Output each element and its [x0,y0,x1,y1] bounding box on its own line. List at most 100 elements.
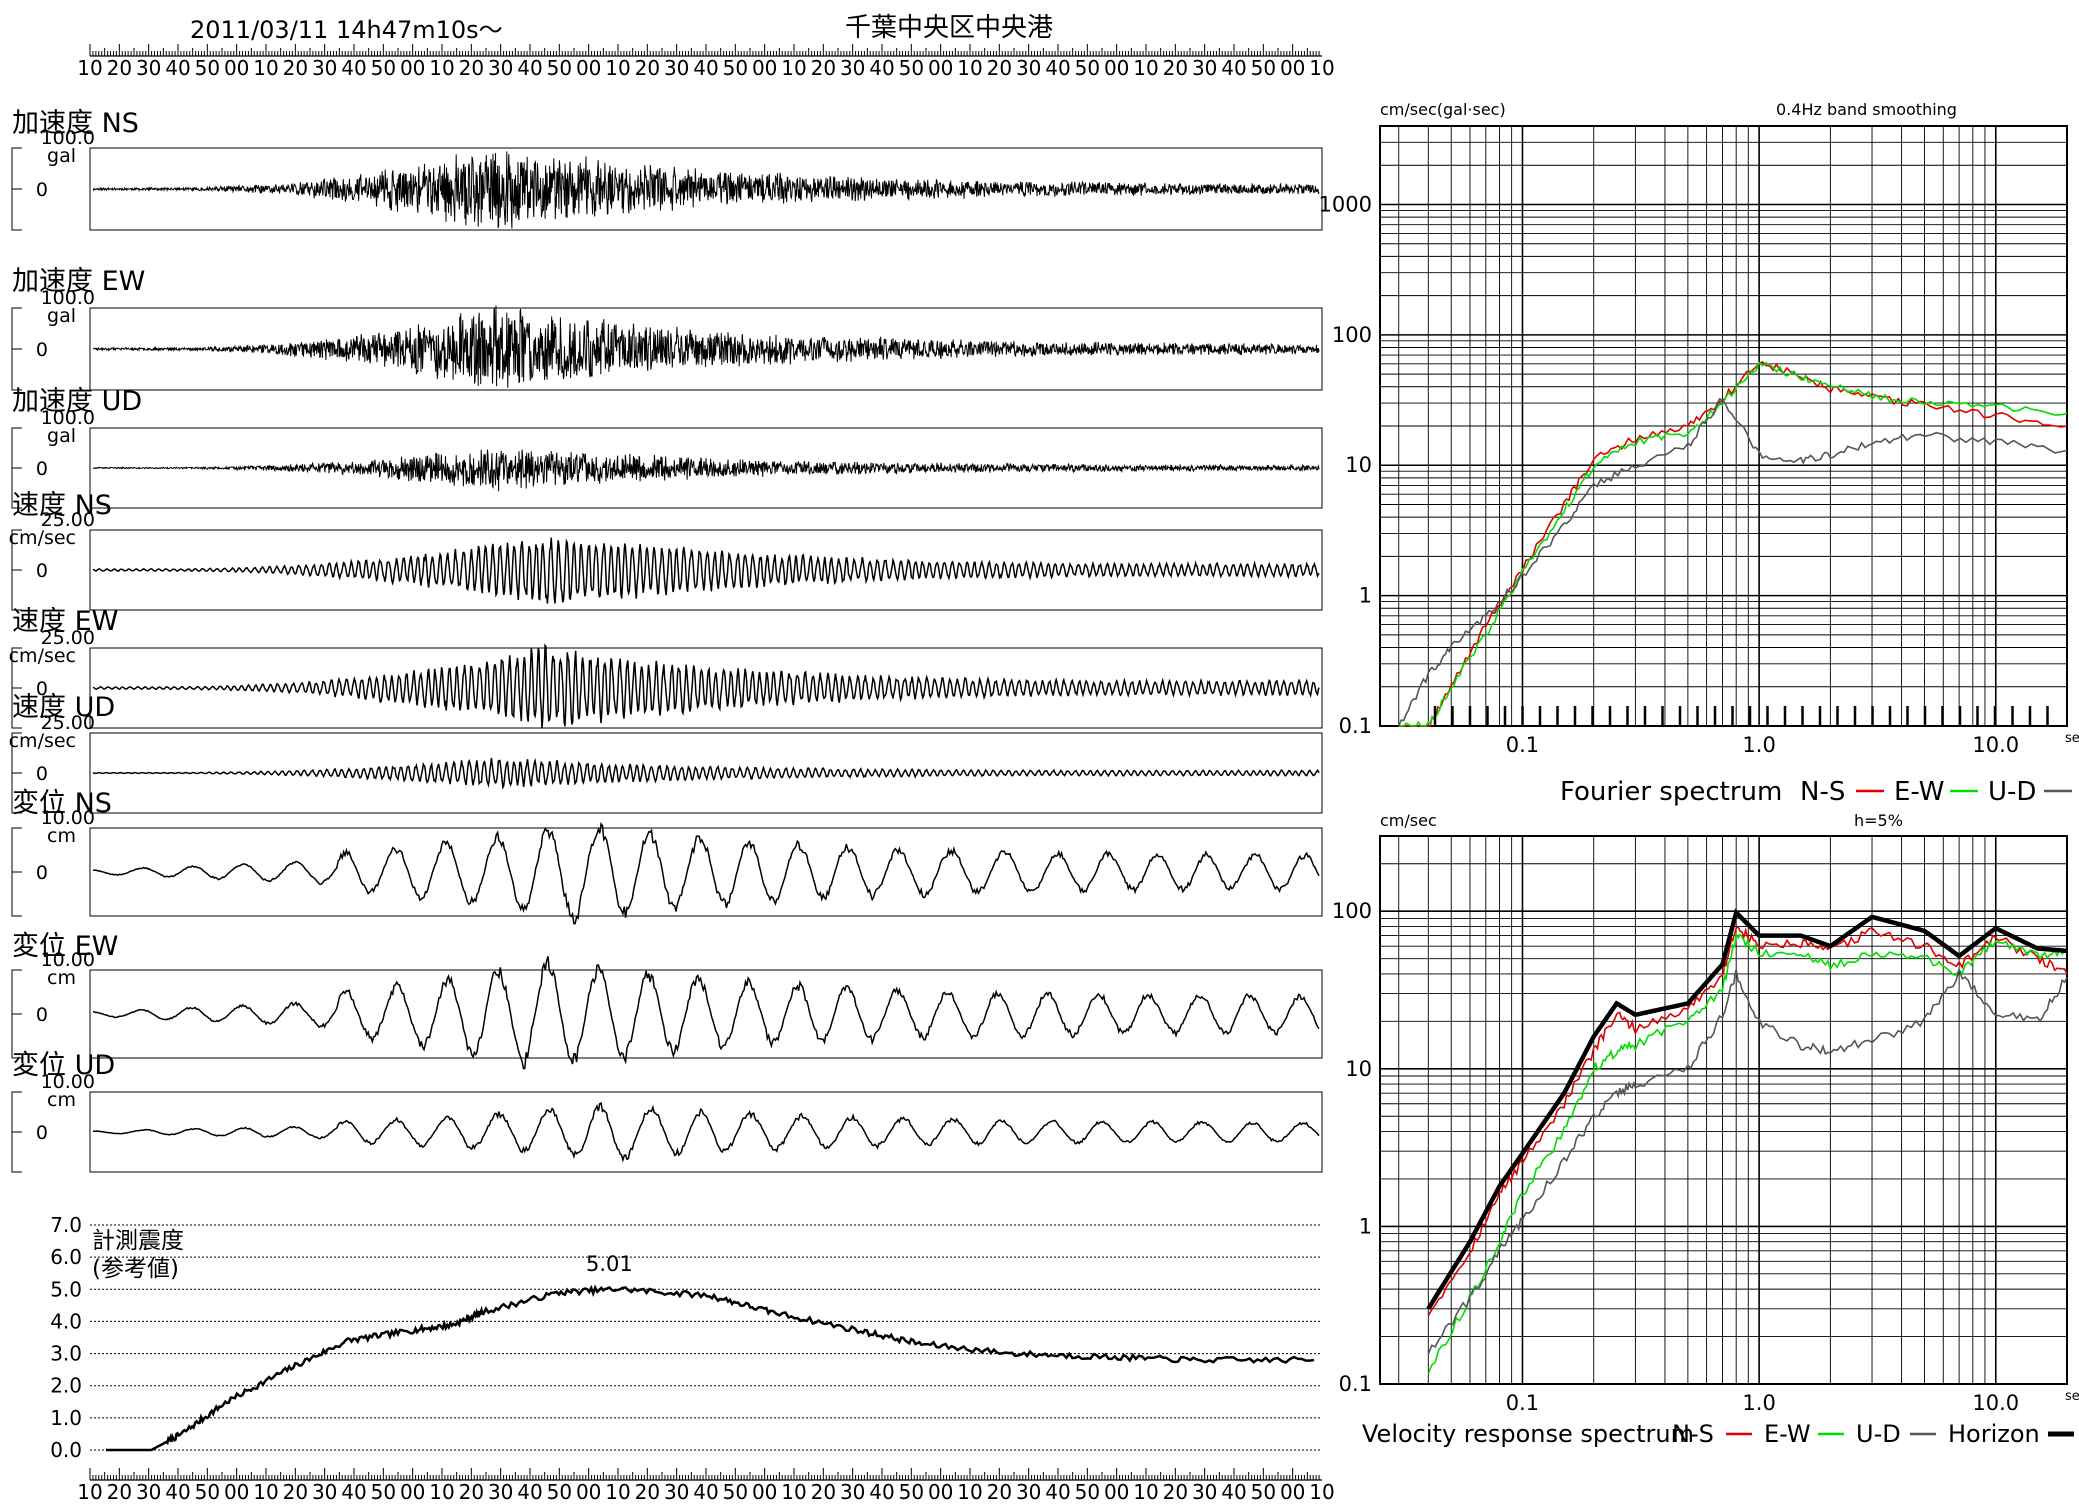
time-tick-label: 20 [635,1480,660,1503]
spectrum-ytick-label: 10 [1345,453,1372,477]
time-tick-label: 00 [928,56,953,80]
trace-frame [89,969,1323,1059]
time-tick-label: 20 [811,56,836,80]
spectrum-xtick-label: 0.1 [1506,733,1539,757]
time-tick-label: 50 [195,56,220,80]
intensity-max-label: 5.01 [586,1252,633,1276]
time-tick-label: 30 [840,1480,865,1503]
spectrum-ytick-label: 1000 [1319,192,1372,216]
fourier-smoothing-note: 0.4Hz band smoothing [1776,100,1957,119]
time-tick-label: 50 [371,56,396,80]
time-tick-label: 10 [253,1480,278,1503]
time-tick-label: 20 [107,1480,132,1503]
response-legend: Velocity response spectrumN-S E-W U-D Horiz… [1362,1420,2074,1448]
figure-canvas: 2011/03/11 14h47m10s〜 千葉中央区中央港 10 20 30 40 5… [9,13,2079,1504]
trace-unit: cm [47,1089,76,1111]
time-tick-label: 00 [224,1480,249,1503]
spectrum-ytick-label: 1 [1359,584,1372,608]
response-legend-label: Horizon [1948,1420,2040,1448]
time-tick-label: 50 [1251,56,1276,80]
time-tick-label: 30 [312,56,337,80]
fourier-legend-label: N-S [1800,777,1845,807]
intensity-panel: 7.0 6.0 5.0 4.0 3.0 2.0 1.0 0.0 計測震度(参考値) 5.01 [50,1213,1322,1462]
time-tick-label: 50 [1075,1480,1100,1503]
time-tick-label: 00 [1280,56,1305,80]
series-ew-line [1398,361,2068,727]
time-tick-label: 40 [1045,1480,1070,1503]
time-tick-label: 10 [429,56,454,80]
spectrum-xtick-label: 10.0 [1972,1391,2019,1415]
trace-unit: cm/sec [9,645,76,667]
trace-zero-label: 0 [36,560,48,582]
time-tick-label: 00 [1280,1480,1305,1503]
time-tick-label: 10 [781,56,806,80]
time-tick-label: 50 [547,56,572,80]
fourier-spectrum-panel: 1000 100 10 1 0.1 0.1 1.0 10.0 sec cm/sec(gal·sec… [1319,100,2079,757]
time-tick-label: 50 [1251,1480,1276,1503]
time-tick-label: 20 [987,1480,1012,1503]
spectrum-ytick-label: 10 [1345,1057,1372,1081]
time-tick-label: 40 [165,56,190,80]
fourier-legend-label: U-D [1988,777,2036,807]
time-tick-label: 50 [899,56,924,80]
time-tick-label: 30 [1016,56,1041,80]
trace-waveform [92,956,1320,1070]
series-ud-line [1397,397,2068,727]
spectrum-ytick-label: 100 [1332,323,1372,347]
trace-unit: gal [47,145,76,167]
time-tick-label: 50 [723,1480,748,1503]
time-tick-label: 40 [341,56,366,80]
time-tick-label: 40 [517,56,542,80]
time-tick-label: 40 [869,1480,894,1503]
spectrum-x-unit: sec [2065,731,2079,746]
response-legend-label: U-D [1856,1420,1901,1448]
time-tick-label: 50 [723,56,748,80]
station-name: 千葉中央区中央港 [845,13,1053,43]
spectrum-xtick-label: 10.0 [1972,733,2019,757]
time-tick-label: 10 [957,56,982,80]
trace-waveform [92,821,1320,925]
intensity-ytick-label: 1.0 [50,1406,82,1430]
trace-waveform [92,757,1320,791]
time-tick-label: 20 [283,56,308,80]
trace-unit: cm [47,967,76,989]
time-tick-label: 10 [605,56,630,80]
trace-zero-label: 0 [36,1004,48,1026]
trace-1: 加速度 EW100.0gal0 [11,266,1323,391]
time-tick-label: 00 [576,56,601,80]
time-tick-label: 40 [165,1480,190,1503]
time-tick-label: 30 [664,1480,689,1503]
time-tick-label: 30 [136,56,161,80]
trace-zero-label: 0 [36,1122,48,1144]
time-tick-label: 50 [371,1480,396,1503]
series-horizon-line [1426,908,2068,1310]
intensity-ytick-label: 0.0 [50,1438,82,1462]
time-tick-label: 10 [77,56,102,80]
time-tick-label: 00 [928,1480,953,1503]
time-tick-label: 10 [605,1480,630,1503]
trace-waveform [92,151,1320,229]
time-tick-label: 00 [400,56,425,80]
trace-frame [89,1091,1323,1173]
trace-waveform [92,1101,1320,1163]
time-tick-label: 40 [1221,56,1246,80]
record-datetime: 2011/03/11 14h47m10s〜 [190,16,503,44]
seismogram-figure: 2011/03/11 14h47m10s〜 千葉中央区中央港 10 20 30 40 5… [0,0,2079,1504]
time-tick-label: 10 [1309,1480,1334,1503]
intensity-ytick-label: 7.0 [50,1213,82,1237]
time-tick-label: 00 [752,1480,777,1503]
time-tick-label: 20 [1163,56,1188,80]
intensity-ytick-label: 3.0 [50,1342,82,1366]
spectrum-xtick-label: 1.0 [1742,1391,1775,1415]
time-axis-top: 10 20 30 40 50 00 10 20 30 40 50 00 10 20 30 40 50 00 10 20… [77,44,1335,80]
time-tick-label: 00 [1104,56,1129,80]
trace-7: 変位 EW10.00cm0 [11,931,1323,1070]
intensity-ytick-label: 4.0 [50,1309,82,1333]
intensity-title: 計測震度 [92,1228,184,1254]
fourier-legend-label: E-W [1894,777,1944,807]
time-tick-label: 10 [77,1480,102,1503]
intensity-series-line [106,1284,1315,1452]
time-tick-label: 10 [253,56,278,80]
time-tick-label: 20 [1163,1480,1188,1503]
time-tick-label: 20 [459,1480,484,1503]
